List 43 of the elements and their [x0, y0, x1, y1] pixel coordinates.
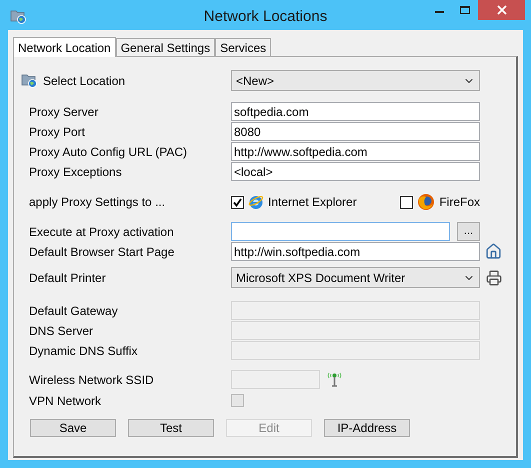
checkbox[interactable]	[400, 196, 414, 208]
home-icon[interactable]	[485, 243, 502, 260]
action-button[interactable]: Test	[128, 419, 214, 437]
field-label: Proxy Auto Config URL (PAC)	[29, 144, 188, 160]
text-field[interactable]: http://www.softpedia.com	[231, 142, 480, 161]
field-label: Default Gateway	[29, 302, 119, 320]
text-field[interactable]: <local>	[231, 162, 480, 181]
close-button[interactable]	[478, 0, 525, 20]
browse-button[interactable]: ...	[457, 222, 480, 241]
field-label: Dynamic DNS Suffix	[29, 342, 138, 360]
tab[interactable]: Network Location	[13, 37, 116, 57]
checkbox-label[interactable]: FireFox	[439, 193, 480, 211]
antenna-icon	[326, 371, 343, 388]
text-field[interactable]: http://win.softpedia.com	[231, 242, 480, 261]
field-label: VPN Network	[29, 392, 102, 410]
field-label: Select Location	[43, 72, 126, 90]
field-label: apply Proxy Settings to ...	[29, 194, 166, 211]
folder-globe-icon	[21, 73, 38, 88]
field-label: Default Browser Start Page	[29, 244, 176, 260]
field-label: Proxy Server	[29, 104, 100, 120]
action-button[interactable]: IP-Address	[324, 419, 410, 437]
field-label: Wireless Network SSID	[29, 372, 155, 388]
checkbox[interactable]	[231, 196, 244, 208]
tab[interactable]: Services	[215, 38, 272, 56]
field-label: DNS Server	[29, 322, 94, 340]
action-button[interactable]: Save	[30, 419, 116, 437]
dropdown[interactable]: Microsoft XPS Document Writer	[231, 267, 480, 288]
dropdown[interactable]: <New>	[231, 70, 480, 91]
text-field[interactable]: softpedia.com	[231, 102, 480, 121]
field-label: Execute at Proxy activation	[29, 224, 175, 240]
tab[interactable]: General Settings	[116, 38, 216, 56]
window-title: Network Locations	[204, 7, 328, 27]
checkbox-label[interactable]: Internet Explorer	[268, 193, 357, 211]
field-label: Proxy Exceptions	[29, 164, 123, 180]
folder-globe-icon	[10, 8, 27, 24]
field-label: Proxy Port	[29, 124, 86, 140]
text-field[interactable]: 8080	[231, 122, 480, 141]
globe-e-icon	[248, 194, 264, 210]
close-icon	[496, 5, 506, 15]
fox-globe-icon	[417, 193, 436, 211]
field-label: Default Printer	[29, 270, 107, 286]
printer-icon[interactable]	[486, 270, 502, 286]
text-field[interactable]	[231, 222, 450, 241]
